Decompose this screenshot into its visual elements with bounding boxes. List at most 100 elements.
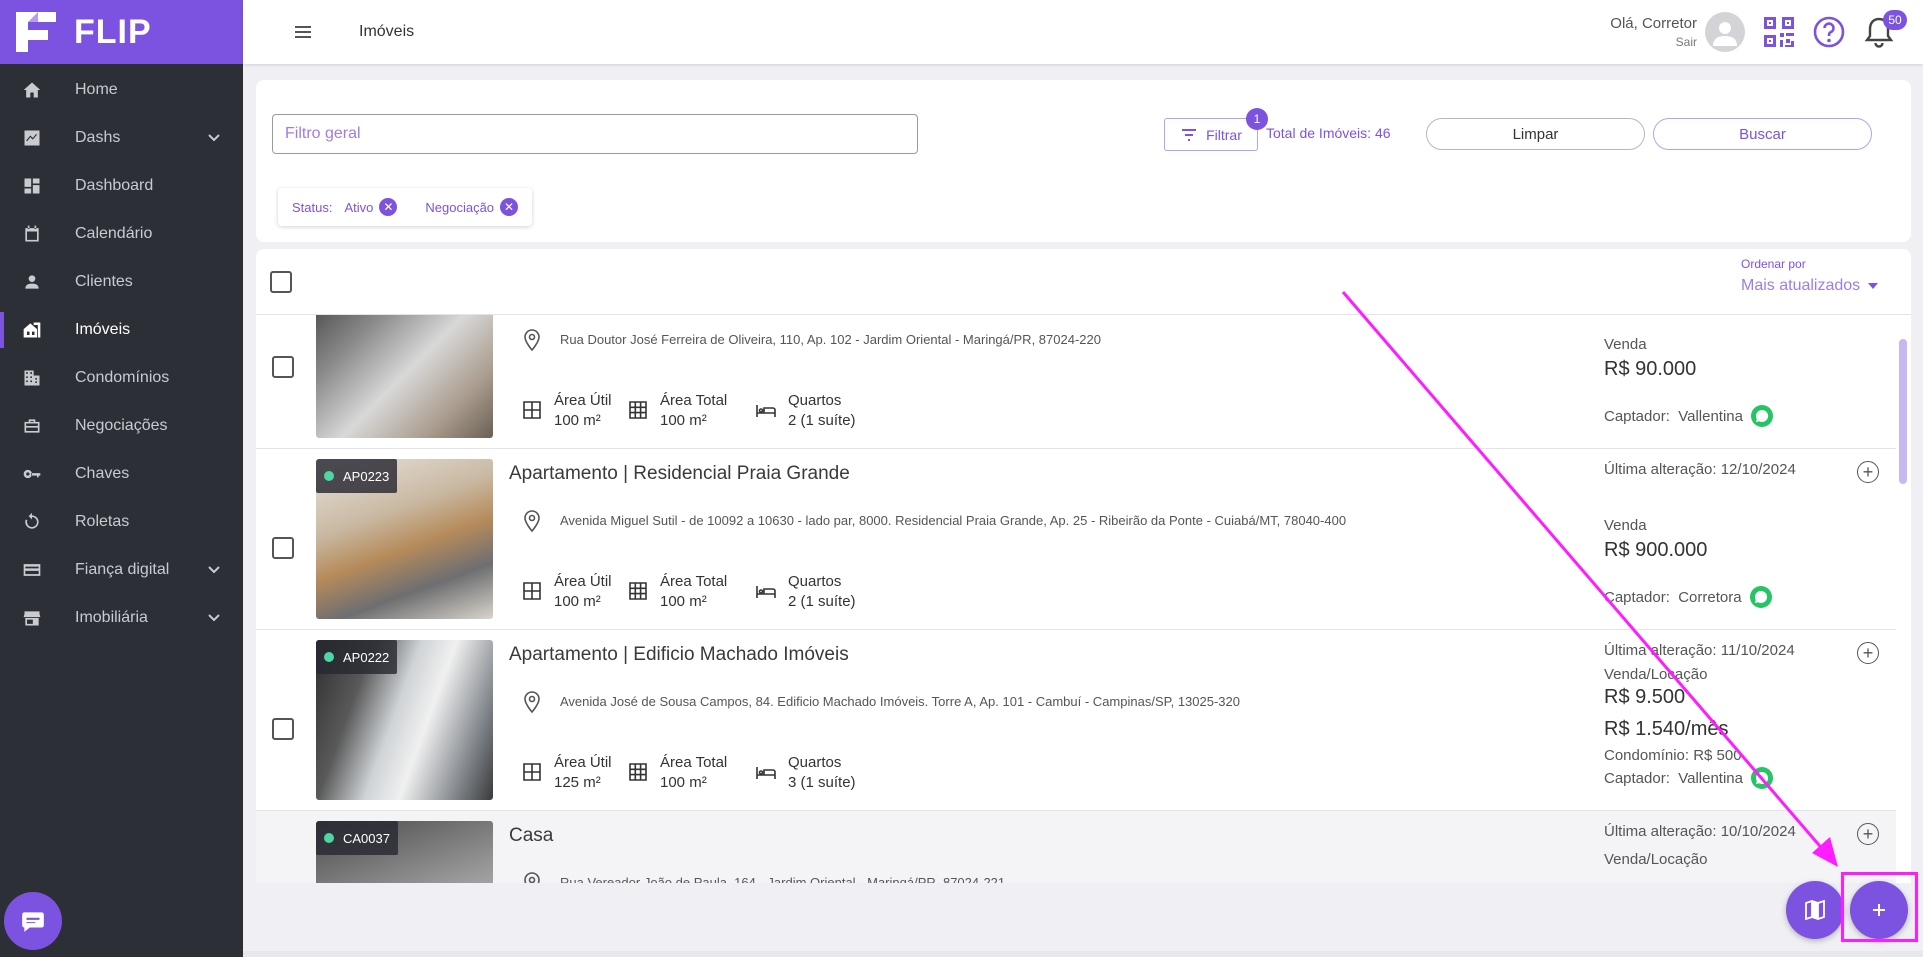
- add-icon[interactable]: +: [1857, 642, 1879, 664]
- sidebar-item-label: Negociações: [75, 417, 168, 434]
- sidebar-item-label: Condomínios: [75, 369, 170, 386]
- feature-label: Área Útil: [554, 573, 612, 590]
- sidebar-item-clientes[interactable]: Clientes: [0, 258, 243, 306]
- property-address: Rua Doutor José Ferreira de Oliveira, 11…: [560, 332, 1101, 347]
- clear-button[interactable]: Limpar: [1426, 118, 1645, 150]
- remove-chip-icon[interactable]: ✕: [379, 198, 398, 216]
- grid-icon: [628, 762, 648, 782]
- row-checkbox[interactable]: [272, 718, 294, 740]
- property-row[interactable]: AP0222 Apartamento | Edificio Machado Im…: [256, 630, 1896, 811]
- sidebar-item-label: Imobiliária: [75, 609, 148, 626]
- sidebar-item-negociacoes[interactable]: Negociações: [0, 402, 243, 450]
- property-title[interactable]: Casa: [509, 825, 553, 847]
- property-row[interactable]: AP0223 Apartamento | Residencial Praia G…: [256, 449, 1896, 630]
- property-title[interactable]: Apartamento | Edificio Machado Imóveis: [509, 644, 849, 666]
- list-scrollbar[interactable]: [1899, 339, 1907, 484]
- sidebar-item-imobiliaria[interactable]: Imobiliária: [0, 594, 243, 642]
- help-icon: [1813, 16, 1845, 48]
- card-icon: [22, 560, 42, 580]
- user-icon: [1713, 22, 1737, 46]
- sidebar-item-imoveis[interactable]: Imóveis: [0, 306, 243, 354]
- select-all-checkbox[interactable]: [270, 271, 292, 293]
- grid-icon: [628, 400, 648, 420]
- help-button[interactable]: [1811, 14, 1847, 50]
- remove-chip-icon[interactable]: ✕: [500, 198, 519, 216]
- property-photo[interactable]: [316, 315, 493, 438]
- menu-icon[interactable]: [291, 20, 315, 44]
- chevron-down-icon: [207, 562, 221, 576]
- whatsapp-icon[interactable]: [1751, 405, 1773, 427]
- feature-value: 2 (1 suíte): [788, 593, 856, 610]
- logout-link[interactable]: Sair: [1610, 35, 1697, 49]
- property-row[interactable]: Rua Doutor José Ferreira de Oliveira, 11…: [256, 315, 1896, 449]
- property-photo[interactable]: AP0222: [316, 640, 493, 800]
- general-filter-input[interactable]: [272, 114, 918, 154]
- whatsapp-icon[interactable]: [1749, 586, 1772, 608]
- sidebar-item-label: Dashs: [75, 129, 121, 146]
- sidebar-item-label: Fiança digital: [75, 561, 170, 578]
- filter-icon: [1182, 128, 1197, 141]
- property-price: R$ 90.000: [1604, 358, 1697, 380]
- last-updated: Última alteração: 10/10/2024: [1604, 823, 1796, 840]
- sidebar-item-condominios[interactable]: Condomínios: [0, 354, 243, 402]
- condo-fee: Condomínio: R$ 500: [1604, 747, 1742, 764]
- grid-icon: [628, 581, 648, 601]
- sidebar-item-calendario[interactable]: Calendário: [0, 210, 243, 258]
- annotation-highlight-box: [1841, 872, 1918, 942]
- property-title[interactable]: Apartamento | Residencial Praia Grande: [509, 463, 850, 485]
- sidebar-item-home[interactable]: Home: [0, 66, 243, 114]
- feature-label: Quartos: [788, 754, 842, 771]
- area-icon: [522, 762, 542, 782]
- house-icon: [22, 320, 42, 340]
- avatar[interactable]: [1705, 12, 1745, 52]
- feature-label: Área Útil: [554, 392, 612, 409]
- location-pin-icon: [522, 871, 542, 883]
- property-row[interactable]: CA0037 Casa Rua Vereador João de Paula, …: [256, 811, 1896, 883]
- property-captor: Captador: Vallentina: [1604, 767, 1773, 789]
- feature-area-total: Área Total 100 m²: [628, 573, 727, 610]
- sidebar-item-dashs[interactable]: Dashs: [0, 114, 243, 162]
- notifications-button[interactable]: 50: [1861, 10, 1907, 50]
- brand[interactable]: FLIP: [0, 0, 243, 64]
- qr-code-button[interactable]: [1761, 14, 1797, 50]
- chat-icon: [20, 908, 46, 934]
- sidebar-item-label: Dashboard: [75, 177, 154, 194]
- add-icon[interactable]: +: [1857, 823, 1879, 845]
- sidebar-item-roletas[interactable]: Roletas: [0, 498, 243, 546]
- rotate-icon: [22, 512, 42, 532]
- map-view-button[interactable]: [1786, 881, 1844, 939]
- sidebar-item-label: Roletas: [75, 513, 130, 530]
- search-button[interactable]: Buscar: [1653, 118, 1872, 150]
- sidebar-item-dashboard[interactable]: Dashboard: [0, 162, 243, 210]
- row-checkbox[interactable]: [272, 356, 294, 378]
- property-list: Ordenar por Mais atualizados Rua Doutor …: [256, 249, 1911, 883]
- sort-value: Mais atualizados: [1741, 277, 1861, 294]
- location-pin-icon: [522, 690, 542, 714]
- sidebar-item-label: Chaves: [75, 465, 130, 482]
- sidebar-item-fianca-digital[interactable]: Fiança digital: [0, 546, 243, 594]
- person-icon: [22, 272, 42, 292]
- status-filter-label: Status:: [292, 199, 333, 215]
- row-checkbox[interactable]: [272, 537, 294, 559]
- captor-label: Captador:: [1604, 769, 1670, 787]
- user-greeting: Olá, Corretor Sair: [1610, 15, 1697, 49]
- property-photo[interactable]: AP0223: [316, 459, 493, 619]
- sidebar-item-chaves[interactable]: Chaves: [0, 450, 243, 498]
- filter-chip-negociacao: Negociação ✕: [425, 198, 519, 216]
- chat-button[interactable]: [4, 892, 62, 950]
- bed-icon: [756, 762, 776, 782]
- whatsapp-icon[interactable]: [1751, 767, 1773, 789]
- property-photo[interactable]: CA0037: [316, 821, 493, 883]
- sidebar: FLIP Home Dashs Dashboard Calendário Cli…: [0, 0, 243, 957]
- store-icon: [22, 608, 42, 628]
- filter-button[interactable]: Filtrar: [1164, 118, 1258, 151]
- property-rows: Rua Doutor José Ferreira de Oliveira, 11…: [256, 315, 1911, 883]
- property-code-tag: AP0223: [316, 459, 398, 493]
- feature-label: Área Total: [660, 754, 728, 771]
- location-pin-icon: [522, 509, 542, 533]
- deal-type: Venda: [1604, 517, 1647, 534]
- chevron-down-icon: [207, 130, 221, 144]
- sort-select[interactable]: Mais atualizados: [1741, 277, 1879, 295]
- add-icon[interactable]: +: [1857, 461, 1879, 483]
- property-code-tag: CA0037: [316, 821, 398, 855]
